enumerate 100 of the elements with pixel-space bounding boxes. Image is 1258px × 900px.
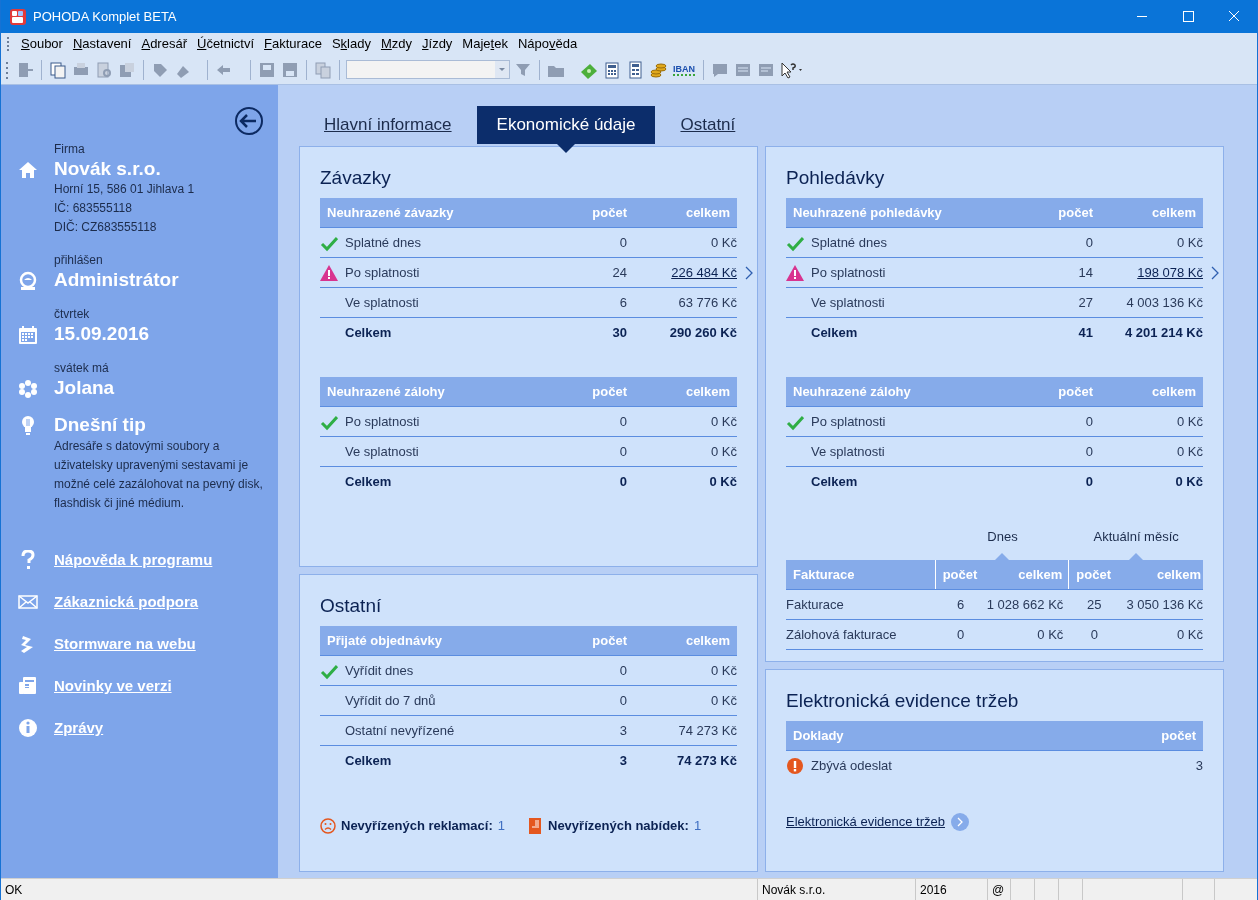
table-cell-text: Ve splatnosti <box>345 293 420 312</box>
calendar-icon <box>18 325 38 345</box>
column-header: Neuhrazené zálohy <box>792 382 912 401</box>
caption: svátek má <box>54 360 110 377</box>
column-header: Fakturace <box>786 560 936 589</box>
column-header: počet <box>1057 203 1093 222</box>
column-header: Neuhrazené pohledávky <box>792 203 943 222</box>
column-header: počet <box>591 631 627 650</box>
table-cell-text: Zálohová fakturace <box>786 625 898 644</box>
eet-link[interactable]: Elektronická evidence tržeb <box>786 812 945 832</box>
table-cell-text: Ostatní nevyřízené <box>345 721 456 740</box>
preview-icon[interactable] <box>94 59 114 80</box>
copy-icon[interactable] <box>313 59 333 80</box>
table-cell-text: 6 <box>618 293 627 312</box>
table-cell-text: 0 Kč <box>711 412 737 431</box>
table-cell-text: Ve splatnosti <box>811 293 886 312</box>
footer-label: Nevyřízených nabídek: <box>548 817 689 835</box>
newspaper-icon <box>18 676 38 696</box>
menu-item[interactable]: Nápověda <box>512 34 583 54</box>
footer-count: 1 <box>693 817 702 835</box>
column-header: celkem <box>1150 203 1197 222</box>
info-value: 15.09.2016 <box>54 323 150 345</box>
table-cell-text: 290 260 Kč <box>669 324 737 343</box>
column-header: počet <box>941 565 979 584</box>
flower-icon <box>18 379 38 399</box>
table-cell-text: 1 028 662 Kč <box>985 595 1065 614</box>
menu-item[interactable]: Soubor <box>16 34 68 54</box>
footer-count: 1 <box>497 817 505 835</box>
table-cell-text: 0 Kč <box>711 233 737 252</box>
table-cell-text: 4 201 214 Kč <box>1124 324 1203 343</box>
calculator-icon[interactable] <box>602 59 622 80</box>
detail-text: Horní 15, 586 01 Jihlava 1 <box>54 181 195 198</box>
table-cell-text: Po splatnosti <box>345 263 421 282</box>
table-cell-text: Zbývá odeslat <box>811 757 893 776</box>
table-cell-text: 0 <box>618 661 627 680</box>
chevron-right-icon[interactable] <box>745 266 753 280</box>
table-cell-text: Celkem <box>345 752 393 771</box>
table-cell-text: 0 <box>1084 233 1093 252</box>
info-value: Jolana <box>54 377 115 399</box>
status-text: @ <box>992 881 1005 899</box>
info-value: Novák s.r.o. <box>54 158 162 180</box>
table-cell-text: 4 003 136 Kč <box>1126 293 1203 312</box>
menu-item[interactable]: Fakturace <box>259 34 327 54</box>
table-cell-text: 30 <box>611 324 627 343</box>
column-header: Neuhrazené zálohy <box>326 382 446 401</box>
total-link[interactable]: 226 484 Kč <box>671 262 737 283</box>
table-cell-text: Po splatnosti <box>811 263 887 282</box>
menu-item[interactable]: Účetnictví <box>192 34 260 54</box>
iban-button[interactable]: IBAN <box>673 63 695 76</box>
table-cell-text: 0 <box>1089 625 1099 644</box>
menu-item[interactable]: Adresář <box>136 34 192 54</box>
table-cell-text: 0 <box>1084 442 1093 461</box>
tab[interactable]: Hlavní informace <box>299 106 477 144</box>
table-cell-text: 0 <box>1084 473 1093 492</box>
arrow-circle-icon[interactable] <box>951 812 969 831</box>
menu-item[interactable]: Sklady <box>326 34 376 54</box>
table-cell-text: Celkem <box>345 473 393 492</box>
column-header: Neuhrazené závazky <box>326 203 455 222</box>
table-cell-text: Ve splatnosti <box>811 442 886 461</box>
footer-label: Nevyřízených reklamací: <box>341 817 493 835</box>
grip-icon <box>5 59 9 80</box>
table-cell-text: Vyřídit dnes <box>345 661 415 680</box>
table-cell-text: 0 Kč <box>1176 625 1203 644</box>
table-cell-text: 0 <box>618 473 627 492</box>
table-cell-text: 3 <box>618 721 627 740</box>
status-text: Novák s.r.o. <box>762 881 826 899</box>
documents-icon[interactable] <box>48 59 68 80</box>
tip-title: Dnešní tip <box>54 413 147 437</box>
table-cell-text: 0 Kč <box>709 473 737 492</box>
column-header: celkem <box>684 631 731 650</box>
table-cell-text: 0 Kč <box>711 691 737 710</box>
filter-combobox[interactable] <box>346 60 510 79</box>
caption: Firma <box>54 141 86 158</box>
document-icon <box>527 817 543 834</box>
card-title: Závazky <box>320 166 392 190</box>
table-cell-text: Celkem <box>811 324 859 343</box>
table-cell-text: 74 273 Kč <box>677 752 737 771</box>
table-cell-text: 41 <box>1077 324 1093 343</box>
card-title: Ostatní <box>320 594 383 618</box>
column-header: počet <box>591 203 627 222</box>
group-label: Dnes <box>987 528 1018 546</box>
menu-item[interactable]: Jízdy <box>417 34 458 54</box>
column-header: počet <box>1057 382 1093 401</box>
chevron-right-icon[interactable] <box>1211 266 1219 280</box>
column-header: Přijaté objednávky <box>326 631 443 650</box>
sad-face-icon <box>320 817 336 834</box>
menu-item[interactable]: Mzdy <box>375 34 417 54</box>
total-link[interactable]: 198 078 Kč <box>1137 262 1203 283</box>
user-icon <box>18 271 38 291</box>
table-cell-text: 0 Kč <box>1036 625 1065 644</box>
table-cell-text: 0 <box>618 442 627 461</box>
table-cell-text: 0 <box>618 691 627 710</box>
table-cell-text: 0 Kč <box>1177 233 1203 252</box>
group-label: Aktuální měsíc <box>1093 528 1179 546</box>
menu-item[interactable]: Nastavení <box>67 34 137 54</box>
table-cell-text: 3 050 136 Kč <box>1125 595 1203 614</box>
tab[interactable]: Ostatní <box>655 106 761 144</box>
table-cell-text: 74 273 Kč <box>678 721 737 740</box>
menu-item[interactable]: Majetek <box>457 34 513 54</box>
tab[interactable]: Ekonomické údaje <box>476 106 656 144</box>
